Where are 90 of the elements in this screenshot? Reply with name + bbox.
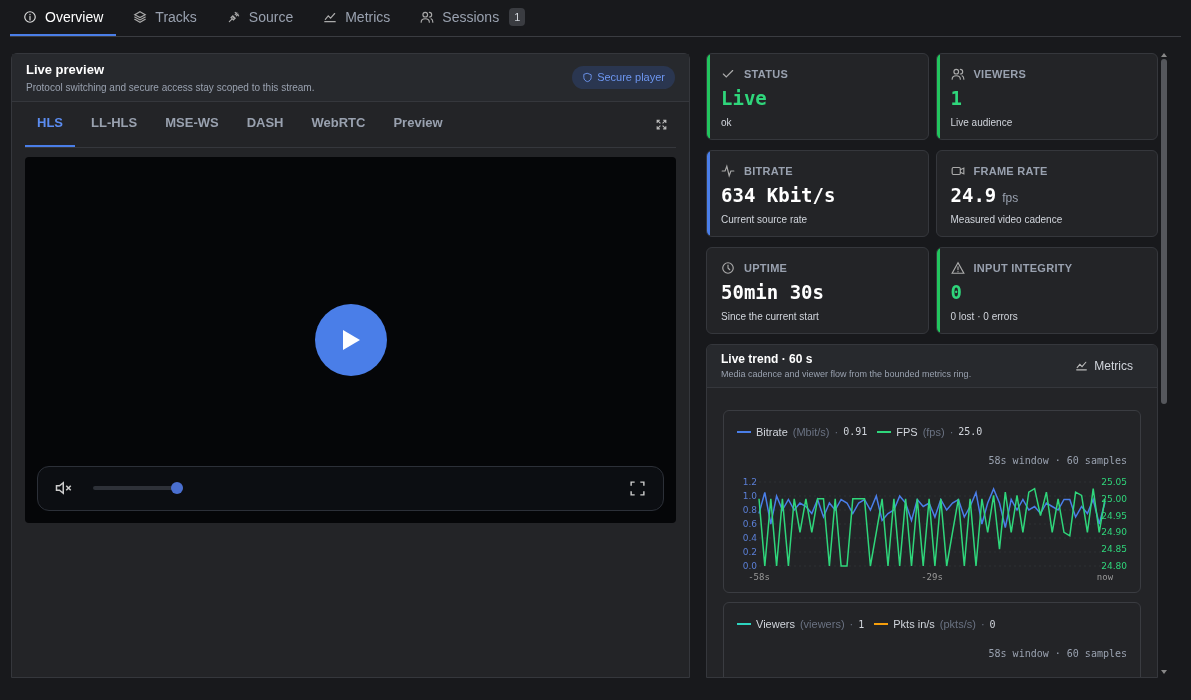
axis-label: 24.80 (1101, 561, 1127, 571)
legend-separator: · (949, 424, 954, 440)
legend-value: 1 (858, 617, 865, 632)
stat-label: VIEWERS (973, 67, 1027, 82)
axis-label: -58s (748, 572, 770, 582)
legend-name: Viewers (756, 617, 795, 632)
metrics-button[interactable]: Metrics (1075, 356, 1143, 375)
legend-value: 0 (989, 617, 996, 632)
protocol-tab[interactable]: MSE-WS (153, 101, 231, 147)
stat-unit: fps (1002, 189, 1019, 207)
panel-title: Live trend · 60 s (721, 351, 814, 368)
pulse-icon (721, 164, 735, 179)
legend-unit: (pkts/s) (939, 617, 976, 632)
legend-unit: (fps) (922, 424, 945, 440)
protocol-tab[interactable]: LL-HLS (79, 101, 150, 147)
axis-label: 0.2 (742, 547, 757, 557)
legend-name: Pkts in/s (893, 617, 935, 632)
warning-icon (950, 261, 965, 276)
volume-thumb[interactable] (171, 482, 183, 494)
chart-icon (323, 10, 338, 24)
legend-separator: · (980, 617, 985, 632)
stat-label: STATUS (744, 67, 789, 82)
axis-label: 24.95 (1101, 510, 1127, 521)
info-icon (23, 10, 37, 24)
users-icon (420, 10, 435, 24)
axis-label: 1.2 (742, 477, 757, 487)
stat-note: Measured video cadence (950, 213, 1064, 227)
tab[interactable]: Tracks (120, 0, 210, 36)
stat-note: ok (721, 116, 733, 130)
stat-label: FRAME RATE (973, 164, 1048, 179)
axis-label: 0.4 (742, 533, 757, 543)
tab[interactable]: Source (213, 0, 307, 36)
fullscreen-icon[interactable] (629, 479, 646, 497)
stat-label: BITRATE (744, 164, 793, 179)
stat-note: Live audience (950, 116, 1014, 130)
stat-value: 1 (950, 85, 962, 111)
scroll-down-icon[interactable] (1160, 670, 1167, 674)
muted-speaker-icon (55, 480, 73, 496)
legend-unit: (Mbit/s) (792, 424, 830, 440)
volume-slider[interactable] (93, 481, 183, 495)
users-icon (950, 67, 965, 82)
legend-value: 25.0 (958, 425, 983, 440)
stat-value: 24.9 (950, 182, 997, 208)
axis-label: 24.90 (1101, 527, 1127, 538)
protocol-tab[interactable]: DASH (234, 101, 296, 147)
legend-name: Bitrate (756, 424, 788, 440)
clock-icon (721, 261, 735, 276)
stat-value: 634 Kbit/s (721, 182, 836, 208)
shield-icon (582, 71, 594, 83)
stat-note: Current source rate (721, 213, 809, 227)
count-badge: 1 (509, 7, 526, 27)
tab[interactable]: Sessions 1 (407, 0, 539, 36)
stat-value: 50min 30s (721, 279, 824, 305)
chart-icon (1075, 359, 1089, 373)
axis-label: 0.0 (742, 561, 757, 571)
window-caption: 58s window · 60 samples (988, 454, 1127, 468)
axis-label: -29s (921, 572, 943, 582)
axis-label: 1.0 (742, 491, 757, 501)
plug-icon (226, 10, 241, 24)
panel-subtitle: Protocol switching and secure access stay scoped to this stream. (26, 80, 315, 95)
scrollbar-thumb[interactable] (1160, 59, 1167, 404)
tab[interactable]: Metrics (310, 0, 404, 36)
legend-separator: · (849, 617, 854, 632)
axis-label: 25.00 (1101, 493, 1127, 504)
stat-note: Since the current start (721, 310, 820, 324)
axis-label: now (1096, 572, 1114, 582)
protocol-tab[interactable]: HLS (25, 101, 75, 147)
axis-label: 0.8 (742, 505, 757, 515)
axis-label: 0.6 (742, 519, 757, 529)
stat-label: INPUT INTEGRITY (973, 261, 1073, 276)
legend-value: 0.91 (843, 425, 868, 440)
protocol-tab[interactable]: WebRTC (299, 101, 378, 147)
legend-separator: · (834, 424, 839, 440)
panel-subtitle: Media cadence and viewer flow from the bounded metrics ring. (721, 368, 972, 381)
axis-label: 24.85 (1101, 544, 1127, 555)
expand-icon[interactable] (655, 117, 668, 131)
legend-unit: (viewers) (799, 617, 845, 632)
stat-label: UPTIME (744, 261, 788, 276)
stat-note: 0 lost · 0 errors (950, 310, 1019, 324)
layers-icon (133, 10, 148, 24)
axis-label: 25.05 (1101, 477, 1127, 487)
window-caption: 58s window · 60 samples (988, 646, 1127, 661)
stat-value: 0 (950, 279, 962, 305)
panel-title: Live preview (26, 61, 106, 79)
tab[interactable]: Overview (10, 0, 117, 36)
legend-name: FPS (896, 424, 918, 440)
stat-value: Live (721, 85, 767, 111)
mute-button[interactable] (55, 480, 73, 496)
protocol-tab[interactable]: Preview (381, 101, 455, 147)
secure-player-badge: Secure player (572, 66, 675, 89)
